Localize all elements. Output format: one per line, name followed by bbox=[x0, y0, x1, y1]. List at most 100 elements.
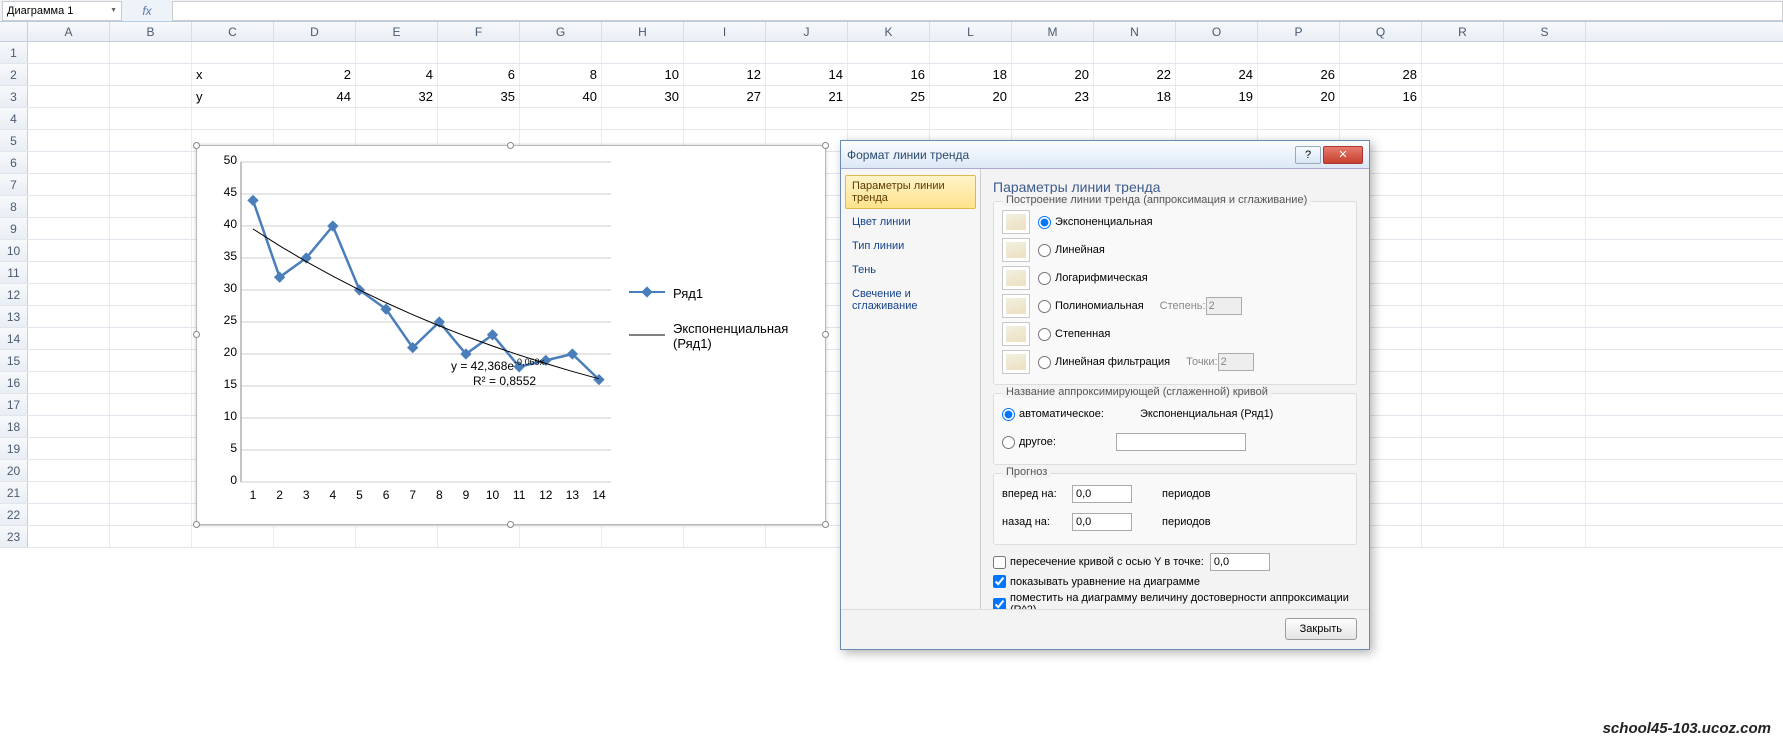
cell[interactable] bbox=[1422, 240, 1504, 261]
cell[interactable] bbox=[28, 174, 110, 195]
custom-name-input[interactable] bbox=[1116, 433, 1246, 451]
cell[interactable] bbox=[1422, 196, 1504, 217]
cell[interactable] bbox=[1422, 350, 1504, 371]
col-header[interactable]: D bbox=[274, 22, 356, 41]
cell[interactable] bbox=[110, 152, 192, 173]
row-header[interactable]: 17 bbox=[0, 394, 28, 415]
cell[interactable] bbox=[1422, 482, 1504, 503]
fx-icon[interactable]: fx bbox=[122, 4, 172, 18]
row-header[interactable]: 5 bbox=[0, 130, 28, 151]
row-header[interactable]: 13 bbox=[0, 306, 28, 327]
cell[interactable] bbox=[28, 108, 110, 129]
cell[interactable] bbox=[520, 108, 602, 129]
col-header[interactable]: S bbox=[1504, 22, 1586, 41]
dropdown-icon[interactable]: ▼ bbox=[110, 7, 117, 14]
cell[interactable] bbox=[192, 526, 274, 547]
cell[interactable] bbox=[1504, 130, 1586, 151]
cell[interactable]: 23 bbox=[1012, 86, 1094, 107]
cell[interactable] bbox=[28, 504, 110, 525]
cell[interactable]: 40 bbox=[520, 86, 602, 107]
cell[interactable] bbox=[1422, 460, 1504, 481]
nav-glow[interactable]: Свечение и сглаживание bbox=[845, 283, 976, 317]
cell[interactable] bbox=[1422, 130, 1504, 151]
cell[interactable] bbox=[1422, 218, 1504, 239]
cell[interactable] bbox=[110, 130, 192, 151]
plot-area[interactable]: y = 42,368e-0,069x R² = 0,8552 bbox=[241, 162, 611, 482]
forecast-forward-input[interactable] bbox=[1072, 485, 1132, 503]
col-header[interactable]: L bbox=[930, 22, 1012, 41]
cell[interactable] bbox=[1258, 42, 1340, 63]
cell[interactable] bbox=[1422, 372, 1504, 393]
cell[interactable] bbox=[1422, 438, 1504, 459]
cell[interactable] bbox=[110, 218, 192, 239]
cell[interactable] bbox=[28, 86, 110, 107]
cell[interactable] bbox=[1504, 284, 1586, 305]
cell[interactable] bbox=[274, 526, 356, 547]
cell[interactable] bbox=[28, 42, 110, 63]
row-header[interactable]: 6 bbox=[0, 152, 28, 173]
cell[interactable] bbox=[110, 64, 192, 85]
cell[interactable] bbox=[766, 526, 848, 547]
cell[interactable]: 25 bbox=[848, 86, 930, 107]
cell[interactable] bbox=[28, 526, 110, 547]
cell[interactable] bbox=[1504, 218, 1586, 239]
cell[interactable] bbox=[110, 504, 192, 525]
row-header[interactable]: 2 bbox=[0, 64, 28, 85]
cell[interactable]: 10 bbox=[602, 64, 684, 85]
row-header[interactable]: 10 bbox=[0, 240, 28, 261]
cell[interactable] bbox=[110, 328, 192, 349]
row-header[interactable]: 8 bbox=[0, 196, 28, 217]
cell[interactable] bbox=[1504, 64, 1586, 85]
col-header[interactable]: R bbox=[1422, 22, 1504, 41]
cell[interactable] bbox=[110, 196, 192, 217]
radio-polynomial[interactable] bbox=[1038, 300, 1051, 313]
cell[interactable] bbox=[28, 482, 110, 503]
nav-trendline-options[interactable]: Параметры линии тренда bbox=[845, 175, 976, 209]
cell[interactable]: y bbox=[192, 86, 274, 107]
cell[interactable] bbox=[1422, 174, 1504, 195]
radio-linear[interactable] bbox=[1038, 244, 1051, 257]
cell[interactable] bbox=[602, 526, 684, 547]
row-header[interactable]: 1 bbox=[0, 42, 28, 63]
col-header[interactable]: M bbox=[1012, 22, 1094, 41]
cell[interactable] bbox=[28, 218, 110, 239]
cell[interactable] bbox=[438, 42, 520, 63]
dialog-title-bar[interactable]: Формат линии тренда ? ✕ bbox=[841, 141, 1369, 169]
cell[interactable] bbox=[1504, 482, 1586, 503]
cell[interactable] bbox=[1504, 152, 1586, 173]
cell[interactable] bbox=[1422, 42, 1504, 63]
cell[interactable] bbox=[1012, 42, 1094, 63]
col-header[interactable]: C bbox=[192, 22, 274, 41]
cell[interactable] bbox=[110, 526, 192, 547]
legend-entry-series[interactable]: Ряд1 bbox=[629, 286, 825, 301]
cell[interactable] bbox=[1504, 306, 1586, 327]
col-header[interactable]: B bbox=[110, 22, 192, 41]
radio-logarithmic[interactable] bbox=[1038, 272, 1051, 285]
cell[interactable] bbox=[28, 394, 110, 415]
cell[interactable] bbox=[28, 262, 110, 283]
cell[interactable] bbox=[1422, 284, 1504, 305]
cell[interactable] bbox=[684, 526, 766, 547]
cell[interactable] bbox=[110, 372, 192, 393]
row-header[interactable]: 23 bbox=[0, 526, 28, 547]
cell[interactable] bbox=[1504, 42, 1586, 63]
cell[interactable] bbox=[28, 130, 110, 151]
help-button[interactable]: ? bbox=[1295, 146, 1321, 164]
col-header[interactable]: A bbox=[28, 22, 110, 41]
cell[interactable] bbox=[28, 284, 110, 305]
cell[interactable] bbox=[1504, 372, 1586, 393]
col-header[interactable]: P bbox=[1258, 22, 1340, 41]
cell[interactable]: 2 bbox=[274, 64, 356, 85]
cell[interactable]: 30 bbox=[602, 86, 684, 107]
cell[interactable] bbox=[110, 350, 192, 371]
cell[interactable] bbox=[110, 394, 192, 415]
name-box[interactable]: Диаграмма 1 ▼ bbox=[2, 1, 122, 21]
cell[interactable]: 32 bbox=[356, 86, 438, 107]
row-header[interactable]: 20 bbox=[0, 460, 28, 481]
cell[interactable] bbox=[1504, 86, 1586, 107]
cell[interactable] bbox=[1504, 438, 1586, 459]
cell[interactable]: 18 bbox=[1094, 86, 1176, 107]
chart-legend[interactable]: Ряд1 Экспоненциальная (Ряд1) bbox=[629, 286, 825, 371]
cell[interactable]: 12 bbox=[684, 64, 766, 85]
cell[interactable]: 27 bbox=[684, 86, 766, 107]
